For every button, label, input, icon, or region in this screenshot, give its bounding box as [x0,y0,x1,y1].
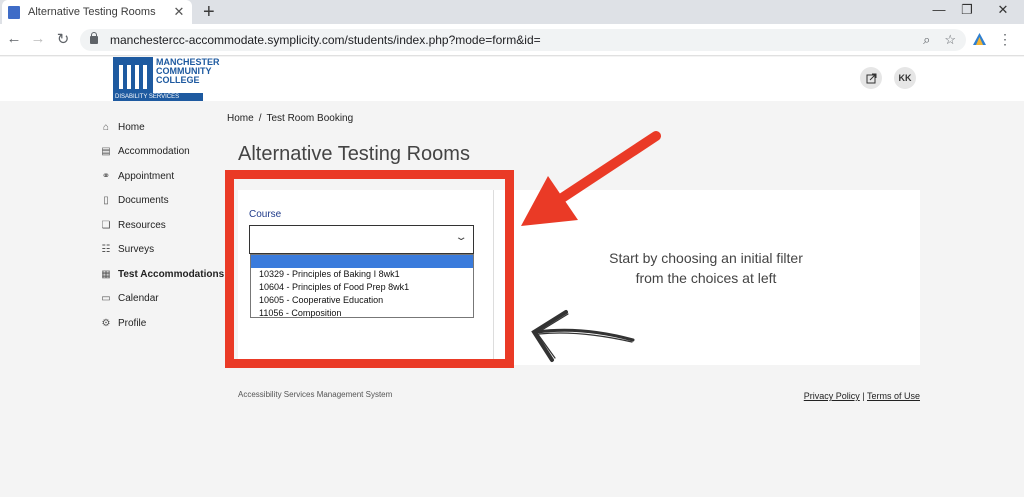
user-avatar[interactable]: KK [894,67,916,89]
footer-divider: | [862,391,865,401]
url-text: manchestercc-accommodate.symplicity.com/… [110,33,541,47]
window-close-icon[interactable]: ✕ [988,2,1018,18]
browser-tab-bar: Alternative Testing Rooms ✕ + — ❐ ✕ [0,0,1024,24]
sidebar-item-label: Surveys [118,244,155,256]
logo-subtitle: DISABILITY SERVICES [113,93,203,101]
external-link-icon[interactable] [860,67,882,89]
sidebar-item-label: Profile [118,317,147,329]
resources-icon: ❏ [101,219,111,231]
sidebar-item-label: Appointment [118,170,175,182]
sidebar-item-home[interactable]: ⌂ Home [100,115,224,140]
sidebar-item-label: Calendar [118,293,159,305]
home-icon: ⌂ [102,121,110,133]
terms-of-use-link[interactable]: Terms of Use [867,391,920,401]
address-bar[interactable]: manchestercc-accommodate.symplicity.com/… [80,29,966,51]
breadcrumb-home[interactable]: Home [227,113,254,124]
footer-links: Privacy Policy | Terms of Use [804,391,920,401]
college-logo[interactable]: MANCHESTER COMMUNITY COLLEGE DISABILITY … [113,57,225,101]
sidebar-item-label: Test Accommodations [118,268,225,280]
sidebar-item-test-accommodations[interactable]: ▦ Test Accommodations [100,262,224,287]
sidebar-item-profile[interactable]: ⚙ Profile [100,311,224,336]
breadcrumb-current: Test Room Booking [266,113,354,124]
browser-toolbar: ← → ↻ manchestercc-accommodate.symplicit… [0,24,1024,56]
forward-icon[interactable]: → [28,30,48,47]
sidebar-item-label: Home [118,121,145,133]
logo-line-3: COLLEGE [156,75,200,85]
browser-menu-icon[interactable]: ⋮ [998,31,1012,48]
zoom-icon[interactable]: ⌕ [923,32,930,48]
sidebar-item-appointment[interactable]: ⚭ Appointment [100,164,224,189]
privacy-policy-link[interactable]: Privacy Policy [804,391,860,401]
empty-state-hint: Start by choosing an initial filter from… [609,250,803,286]
documents-icon: ▯ [103,195,109,207]
minimize-icon[interactable]: — [924,2,954,17]
page-title: Alternative Testing Rooms [238,143,470,165]
new-tab-button[interactable]: + [203,1,215,23]
extension-icon[interactable] [973,33,986,45]
surveys-icon: ☷ [101,244,111,256]
sidebar-item-label: Accommodation [118,146,190,158]
site-favicon-icon [8,5,20,19]
back-icon[interactable]: ← [4,30,24,47]
reload-icon[interactable]: ↻ [53,30,73,48]
restore-icon[interactable]: ❐ [952,2,982,18]
sidebar-item-surveys[interactable]: ☷ Surveys [100,238,224,263]
sidebar-nav: ⌂ Home ▤ Accommodation ⚭ Appointment ▯ Docum… [100,115,224,336]
logo-building-icon [113,57,153,93]
browser-tab[interactable]: Alternative Testing Rooms ✕ [2,0,192,24]
appointment-icon: ⚭ [101,170,111,182]
accommodation-icon: ▤ [101,146,111,158]
annotation-highlight-box [225,170,514,368]
breadcrumb-separator: / [258,113,262,124]
bookmark-star-icon[interactable]: ☆ [944,32,956,48]
site-header: MANCHESTER COMMUNITY COLLEGE DISABILITY … [0,57,1024,101]
sidebar-item-accommodation[interactable]: ▤ Accommodation [100,140,224,165]
test-accommodations-icon: ▦ [101,268,111,280]
sidebar-item-resources[interactable]: ❏ Resources [100,213,224,238]
breadcrumb: Home / Test Room Booking [227,113,353,124]
calendar-icon: ▭ [101,293,111,305]
sidebar-item-label: Documents [118,195,169,207]
sidebar-item-label: Resources [118,219,166,231]
sidebar-item-calendar[interactable]: ▭ Calendar [100,287,224,312]
sidebar-item-documents[interactable]: ▯ Documents [100,189,224,214]
tab-close-icon[interactable]: ✕ [172,4,186,20]
lock-icon [90,32,98,44]
tab-title: Alternative Testing Rooms [28,6,156,18]
footer-system-name: Accessibility Services Management System [238,390,393,399]
profile-icon: ⚙ [101,317,111,329]
